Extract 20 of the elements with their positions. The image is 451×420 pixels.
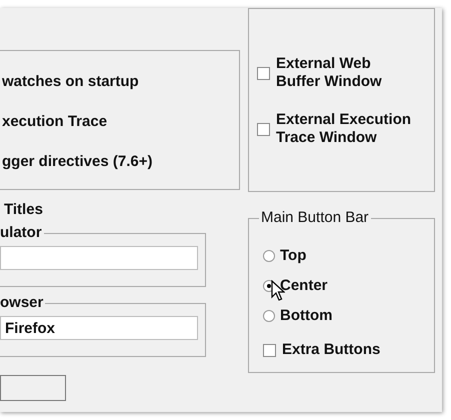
radio-label: Top bbox=[280, 247, 306, 265]
section-title: Titles bbox=[3, 201, 44, 219]
checkbox-label[interactable]: watches on startup bbox=[2, 72, 239, 90]
radio-label: Bottom bbox=[280, 307, 332, 325]
button[interactable] bbox=[0, 375, 66, 401]
checkbox-label: Extra Buttons bbox=[282, 341, 380, 359]
radio-button[interactable] bbox=[263, 250, 275, 262]
checkbox-label: External Execution Trace Window bbox=[276, 111, 412, 147]
group-label: owser bbox=[0, 294, 46, 312]
group-label: ulator bbox=[0, 224, 44, 242]
checkbox[interactable] bbox=[257, 66, 270, 80]
checkbox-label: External Web Buffer Window bbox=[276, 55, 382, 91]
checkbox-label[interactable]: gger directives (7.6+) bbox=[2, 152, 239, 170]
text-field[interactable]: Firefox bbox=[0, 316, 198, 340]
text-field[interactable] bbox=[0, 246, 198, 270]
checkbox[interactable] bbox=[263, 344, 276, 356]
radio-button[interactable] bbox=[263, 310, 275, 322]
checkbox[interactable] bbox=[257, 122, 270, 136]
radio-label: Center bbox=[280, 277, 328, 295]
checkbox-label[interactable]: xecution Trace bbox=[2, 112, 239, 130]
